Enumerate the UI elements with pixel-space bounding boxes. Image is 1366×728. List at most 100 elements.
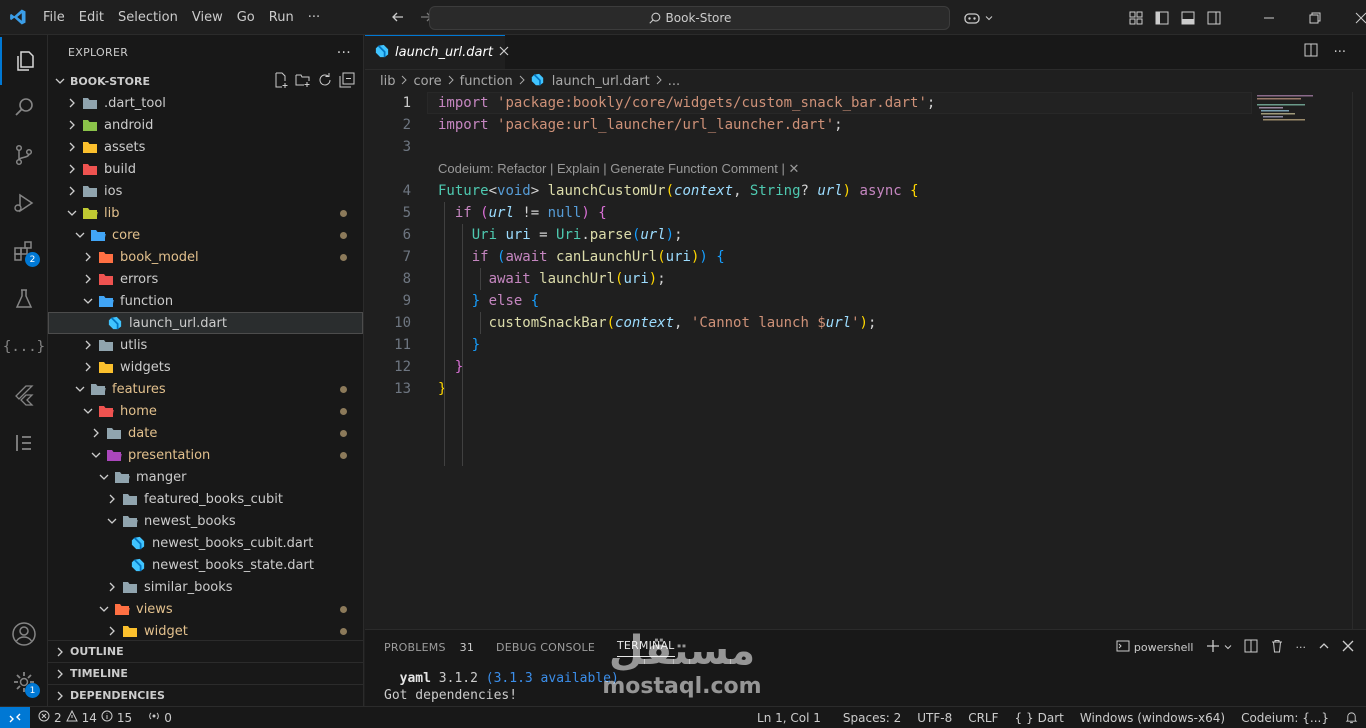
vertical-scrollbar[interactable]	[1352, 92, 1366, 629]
tree-file-item[interactable]: newest_books_cubit.dart	[48, 532, 363, 554]
codeium-status[interactable]: Codeium: {...}	[1233, 707, 1337, 728]
split-terminal-icon[interactable]	[1244, 639, 1258, 656]
tree-file-item[interactable]: newest_books_state.dart	[48, 554, 363, 576]
cursor-position[interactable]: Ln 1, Col 1	[749, 707, 829, 728]
more-actions-icon[interactable]: ···	[1334, 45, 1346, 60]
search-icon[interactable]	[0, 83, 48, 131]
toggle-secondary-sidebar-icon[interactable]	[1204, 8, 1224, 28]
breadcrumb-item[interactable]: ...	[668, 74, 680, 89]
new-file-icon[interactable]	[273, 72, 289, 91]
tree-folder-item[interactable]: views	[48, 598, 363, 620]
collapse-all-icon[interactable]	[339, 72, 355, 91]
outline-section[interactable]: OUTLINE	[48, 640, 364, 662]
tree-folder-item[interactable]: ios	[48, 180, 363, 202]
copilot-icon[interactable]	[962, 8, 982, 28]
menu-run[interactable]: Run	[262, 0, 301, 35]
more-actions-icon[interactable]: ···	[1296, 641, 1307, 654]
close-window-icon[interactable]	[1338, 8, 1366, 28]
menu-file[interactable]: File	[36, 0, 72, 35]
breadcrumb-item[interactable]: launch_url.dart	[552, 74, 650, 89]
accounts-icon[interactable]	[0, 610, 48, 658]
close-panel-icon[interactable]	[1342, 640, 1354, 655]
tree-folder-item[interactable]: errors	[48, 268, 363, 290]
codeium-codelens[interactable]: Codeium: Refactor | Explain | Generate F…	[438, 158, 799, 180]
tree-folder-item[interactable]: assets	[48, 136, 363, 158]
code-editor[interactable]: 1 2 3 4 5 6 7 8 9 10 11 12 13 Codeium: Refactor | Exp…	[365, 92, 1255, 629]
extensions-icon[interactable]: 2	[0, 227, 48, 275]
timeline-section[interactable]: TIMELINE	[48, 662, 364, 684]
terminal-shell-label[interactable]: powershell	[1134, 641, 1194, 654]
tree-folder-item[interactable]: widget	[48, 620, 363, 642]
indentation[interactable]: Spaces: 2	[835, 707, 909, 728]
tree-folder-item[interactable]: presentation	[48, 444, 363, 466]
more-actions-icon[interactable]: ···	[337, 45, 351, 61]
chevron-down-icon[interactable]	[1224, 641, 1232, 654]
back-arrow-icon[interactable]	[387, 6, 409, 28]
testing-flask-icon[interactable]	[0, 275, 48, 323]
tree-folder-item[interactable]: book_model	[48, 246, 363, 268]
menu-selection[interactable]: Selection	[111, 0, 185, 35]
json-braces-icon[interactable]: {...}	[0, 323, 48, 371]
tree-folder-item[interactable]: core	[48, 224, 363, 246]
encoding[interactable]: UTF-8	[909, 707, 960, 728]
ports-status[interactable]: 0	[140, 707, 180, 728]
toggle-panel-icon[interactable]	[1178, 8, 1198, 28]
tree-folder-item[interactable]: features	[48, 378, 363, 400]
tree-folder-item[interactable]: function	[48, 290, 363, 312]
menu-more[interactable]: ···	[301, 0, 327, 35]
terminal-output[interactable]: yaml 3.1.2 (3.1.3 available) Got dependen…	[384, 670, 619, 704]
tree-folder-item[interactable]: utlis	[48, 334, 363, 356]
remote-indicator-icon[interactable]	[0, 706, 30, 728]
split-editor-icon[interactable]	[1304, 43, 1318, 61]
breadcrumb-item[interactable]: function	[460, 74, 513, 89]
chevron-down-icon[interactable]	[984, 8, 994, 28]
toggle-primary-sidebar-icon[interactable]	[1152, 8, 1172, 28]
language-mode[interactable]: { } Dart	[1007, 707, 1072, 728]
tree-folder-item[interactable]: widgets	[48, 356, 363, 378]
refresh-icon[interactable]	[317, 72, 333, 91]
tree-folder-item[interactable]: manger	[48, 466, 363, 488]
source-control-icon[interactable]	[0, 131, 48, 179]
tree-folder-item[interactable]: newest_books	[48, 510, 363, 532]
tree-folder-item[interactable]: featured_books_cubit	[48, 488, 363, 510]
notifications-bell-icon[interactable]	[1337, 707, 1366, 728]
folder-icon	[122, 623, 138, 639]
menu-go[interactable]: Go	[230, 0, 262, 35]
maximize-panel-chevron-up-icon[interactable]	[1318, 640, 1330, 655]
manage-gear-icon[interactable]: 1	[0, 658, 48, 706]
customize-layout-icon[interactable]	[1126, 8, 1146, 28]
command-center-search[interactable]: Book-Store	[429, 6, 950, 30]
tree-folder-item[interactable]: date	[48, 422, 363, 444]
flutter-icon[interactable]	[0, 371, 48, 419]
tree-folder-item[interactable]: .dart_tool	[48, 92, 363, 114]
minimize-icon[interactable]	[1246, 8, 1292, 28]
restore-icon[interactable]	[1292, 8, 1338, 28]
tree-file-item[interactable]: launch_url.dart	[48, 312, 363, 334]
breadcrumb-item[interactable]: lib	[380, 74, 395, 89]
menu-view[interactable]: View	[185, 0, 230, 35]
tab-problems[interactable]: PROBLEMS 31	[384, 630, 484, 665]
run-debug-icon[interactable]	[0, 179, 48, 227]
explorer-icon[interactable]	[0, 37, 48, 85]
tree-folder-item[interactable]: build	[48, 158, 363, 180]
tab-debug-console[interactable]: DEBUG CONSOLE	[496, 630, 605, 665]
terminal-shell-icon[interactable]	[1116, 639, 1130, 656]
close-tab-icon[interactable]	[499, 45, 509, 60]
outline-list-icon[interactable]	[0, 419, 48, 467]
tree-folder-item[interactable]: lib	[48, 202, 363, 224]
end-of-line[interactable]: CRLF	[960, 707, 1006, 728]
tree-folder-item[interactable]: android	[48, 114, 363, 136]
minimap[interactable]	[1255, 92, 1355, 629]
project-root-row[interactable]: BOOK-STORE	[48, 70, 363, 92]
breadcrumb-item[interactable]: core	[413, 74, 441, 89]
tab-launch-url[interactable]: launch_url.dart	[365, 35, 509, 69]
dependencies-section[interactable]: DEPENDENCIES	[48, 684, 364, 706]
menu-edit[interactable]: Edit	[72, 0, 111, 35]
new-terminal-icon[interactable]	[1206, 639, 1220, 656]
device-platform[interactable]: Windows (windows-x64)	[1072, 707, 1233, 728]
trash-icon[interactable]	[1270, 639, 1284, 656]
new-folder-icon[interactable]	[295, 72, 311, 91]
tree-folder-item[interactable]: similar_books	[48, 576, 363, 598]
tree-folder-item[interactable]: home	[48, 400, 363, 422]
problems-status[interactable]: 2 14 15	[30, 707, 140, 728]
